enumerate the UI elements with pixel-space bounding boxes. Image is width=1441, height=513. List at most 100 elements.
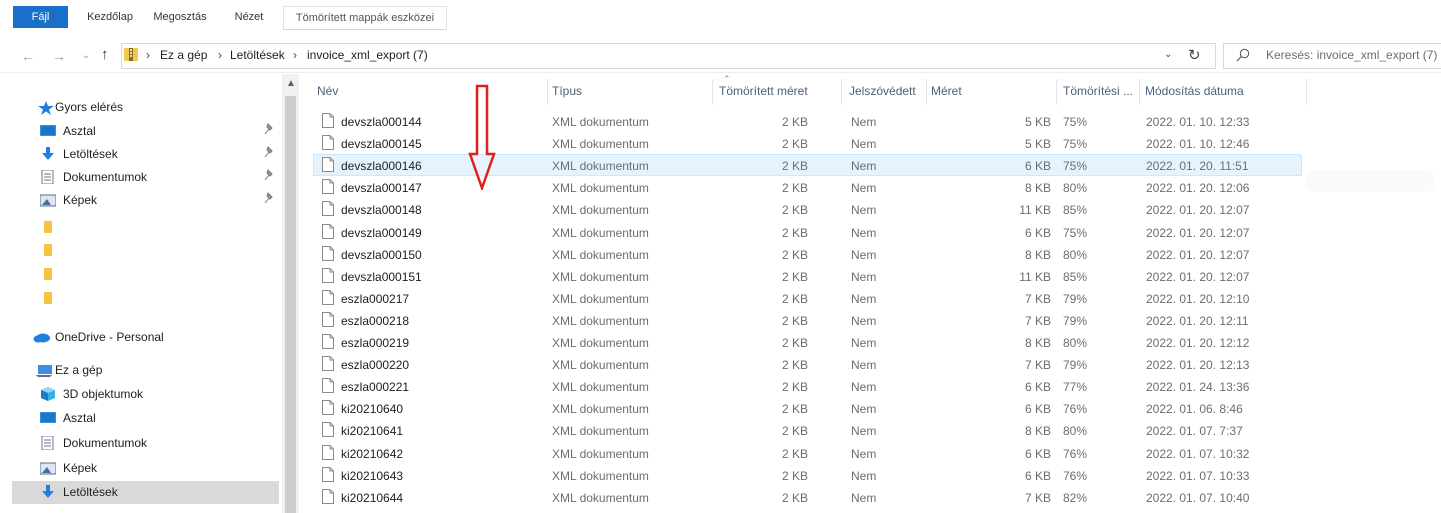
file-row[interactable]: ki20210644 XML dokumentum 2 KB Nem 7 KB 82% 20… [314, 487, 1301, 509]
address-dropdown-icon[interactable]: ⌄ [1164, 49, 1172, 60]
column-header-password[interactable]: Jelszóvédett [849, 84, 916, 98]
zip-folder-icon [124, 48, 138, 61]
column-divider[interactable] [1306, 79, 1307, 105]
pin-icon[interactable] [264, 192, 276, 204]
nav-item-desktop[interactable]: Asztal [12, 407, 279, 430]
search-icon [1236, 48, 1250, 62]
file-row[interactable]: ki20210640 XML dokumentum 2 KB Nem 6 KB 76% 20… [314, 398, 1301, 420]
chevron-right-icon[interactable]: › [293, 48, 297, 62]
file-compressed-size: 2 KB [781, 270, 808, 284]
file-row[interactable]: ki20210643 XML dokumentum 2 KB Nem 6 KB 76% 20… [314, 465, 1301, 487]
file-compressed-size: 2 KB [781, 159, 808, 173]
nav-label: Dokumentumok [63, 436, 148, 450]
nav-item-documents[interactable]: Dokumentumok [12, 166, 279, 189]
context-tab-underline [283, 29, 446, 30]
breadcrumb-current-folder[interactable]: invoice_xml_export (7) [307, 48, 428, 62]
column-header-date[interactable]: Módosítás dátuma [1145, 84, 1244, 98]
file-compression-ratio: 85% [1063, 270, 1088, 284]
search-input[interactable]: Keresés: invoice_xml_export (7) [1223, 43, 1441, 69]
tab-compressed-folder-tools[interactable]: Tömörített mappák eszközei [283, 6, 447, 30]
file-name: ki20210643 [341, 469, 404, 483]
file-modified-date: 2022. 01. 20. 12:07 [1146, 248, 1250, 262]
file-type: XML dokumentum [552, 292, 649, 306]
nav-item-folder[interactable] [12, 263, 279, 286]
forward-arrow-icon[interactable]: → [52, 48, 66, 64]
file-size: 7 KB [1024, 358, 1051, 372]
nav-item-pictures[interactable]: Képek [12, 457, 279, 480]
pin-icon[interactable] [264, 169, 276, 181]
scroll-up-icon[interactable]: ▲ [286, 78, 296, 89]
column-header-name[interactable]: Név [317, 84, 338, 98]
nav-item-3d-objects[interactable]: 3D objektumok [12, 383, 279, 406]
file-row[interactable]: devszla000148 XML dokumentum 2 KB Nem 11 KB 8… [314, 199, 1301, 221]
3d-objects-icon [41, 387, 55, 401]
file-row[interactable]: ki20210641 XML dokumentum 2 KB Nem 8 KB 80% 20… [314, 420, 1301, 442]
file-row[interactable]: eszla000220 XML dokumentum 2 KB Nem 7 KB 79% 2… [314, 354, 1301, 376]
column-divider[interactable] [926, 79, 927, 105]
blurred-region [1305, 170, 1435, 192]
refresh-icon[interactable]: ↻ [1188, 46, 1201, 64]
nav-item-folder[interactable] [12, 287, 279, 310]
pin-icon[interactable] [264, 123, 276, 135]
file-row[interactable]: devszla000146 XML dokumentum 2 KB Nem 6 KB 75… [313, 154, 1302, 176]
column-divider[interactable] [1139, 79, 1140, 105]
file-row[interactable]: eszla000221 XML dokumentum 2 KB Nem 6 KB 77% 2… [314, 376, 1301, 398]
file-row[interactable]: devszla000147 XML dokumentum 2 KB Nem 8 KB 80… [314, 177, 1301, 199]
column-header-size[interactable]: Méret [931, 84, 962, 98]
nav-item-downloads-selected[interactable]: Letöltések [12, 481, 279, 504]
pin-icon[interactable] [264, 146, 276, 158]
file-modified-date: 2022. 01. 20. 12:13 [1146, 358, 1250, 372]
file-name: devszla000146 [341, 159, 422, 173]
address-bar[interactable]: › Ez a gép › Letöltések › invoice_xml_ex… [121, 43, 1216, 69]
nav-item-folder[interactable] [12, 239, 279, 262]
column-divider[interactable] [1056, 79, 1057, 105]
column-divider[interactable] [712, 79, 713, 105]
breadcrumb-downloads[interactable]: Letöltések [230, 48, 285, 62]
column-divider[interactable] [547, 79, 548, 105]
file-modified-date: 2022. 01. 20. 12:11 [1146, 314, 1249, 328]
file-compression-ratio: 75% [1063, 226, 1088, 240]
file-type: XML dokumentum [552, 424, 649, 438]
column-header-compressed-size[interactable]: Tömörített méret [719, 84, 808, 98]
tab-file[interactable]: Fájl [13, 6, 68, 28]
nav-label: 3D objektumok [63, 387, 144, 401]
nav-onedrive[interactable]: OneDrive - Personal [12, 326, 279, 349]
file-row[interactable]: devszla000144 XML dokumentum 2 KB Nem 5 KB 75… [314, 111, 1301, 133]
nav-item-folder[interactable] [12, 216, 279, 239]
file-row[interactable]: eszla000217 XML dokumentum 2 KB Nem 7 KB 79% 2… [314, 288, 1301, 310]
nav-item-pictures[interactable]: Képek [12, 189, 279, 212]
file-row[interactable]: devszla000149 XML dokumentum 2 KB Nem 6 KB 75… [314, 222, 1301, 244]
tab-share[interactable]: Megosztás [147, 6, 213, 28]
nav-this-pc[interactable]: Ez a gép [12, 359, 279, 382]
file-row[interactable]: devszla000145 XML dokumentum 2 KB Nem 5 KB 75… [314, 133, 1301, 155]
file-row[interactable]: devszla000151 XML dokumentum 2 KB Nem 11 KB 8… [314, 266, 1301, 288]
file-password-protected: Nem [851, 226, 877, 240]
file-size: 6 KB [1024, 402, 1051, 416]
nav-item-documents[interactable]: Dokumentumok [12, 432, 279, 455]
breadcrumb-this-pc[interactable]: Ez a gép [160, 48, 207, 62]
chevron-right-icon[interactable]: › [218, 48, 222, 62]
nav-item-downloads[interactable]: Letöltések [12, 143, 279, 166]
file-compression-ratio: 77% [1063, 380, 1088, 394]
nav-scrollbar-thumb[interactable] [285, 96, 296, 513]
file-name: devszla000148 [341, 203, 422, 217]
column-divider[interactable] [841, 79, 842, 105]
back-arrow-icon[interactable]: ← [21, 48, 35, 64]
file-row[interactable]: devszla000150 XML dokumentum 2 KB Nem 8 KB 80… [314, 244, 1301, 266]
file-row[interactable]: ki20210642 XML dokumentum 2 KB Nem 6 KB 76% 20… [314, 443, 1301, 465]
column-header-type[interactable]: Típus [552, 84, 582, 98]
column-header-ratio[interactable]: Tömörítési ... [1063, 84, 1133, 98]
nav-item-desktop[interactable]: Asztal [12, 120, 279, 143]
up-arrow-icon[interactable]: ↑ [101, 46, 109, 63]
tab-home[interactable]: Kezdőlap [79, 6, 141, 28]
file-row[interactable]: eszla000219 XML dokumentum 2 KB Nem 8 KB 80% 2… [314, 332, 1301, 354]
tab-view[interactable]: Nézet [228, 6, 270, 28]
nav-quick-access[interactable]: Gyors elérés [12, 96, 279, 119]
download-icon [42, 147, 54, 160]
nav-label: Képek [63, 193, 98, 207]
file-row[interactable]: eszla000218 XML dokumentum 2 KB Nem 7 KB 79% 2… [314, 310, 1301, 332]
recent-locations-chevron-icon[interactable]: ⌄ [82, 50, 90, 61]
nav-label: Gyors elérés [55, 100, 124, 114]
chevron-right-icon[interactable]: › [146, 48, 150, 62]
file-password-protected: Nem [851, 491, 877, 505]
